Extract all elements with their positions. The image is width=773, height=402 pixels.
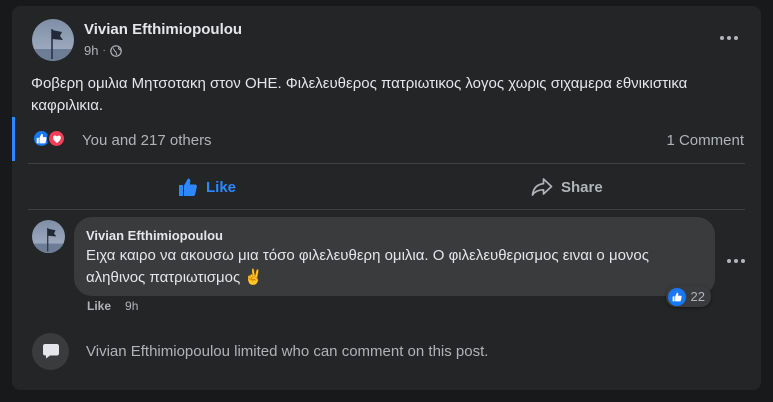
restriction-text: Vivian Efthimiopoulou limited who can co… <box>86 342 489 360</box>
divider <box>28 209 745 210</box>
love-icon <box>47 129 66 148</box>
dot-icon <box>727 36 731 40</box>
commenter-avatar[interactable] <box>32 220 65 253</box>
like-icon <box>667 287 686 306</box>
comment-restriction-notice: Vivian Efthimiopoulou limited who can co… <box>32 331 488 371</box>
post-card: Vivian Efthimiopoulou 9h · Φοβερη ομιλια… <box>12 6 761 390</box>
globe-icon[interactable] <box>110 44 122 57</box>
like-label: Like <box>206 178 237 196</box>
dot-icon <box>720 36 724 40</box>
divider <box>28 163 745 164</box>
author-avatar[interactable] <box>32 19 74 61</box>
comment-time[interactable]: 9h <box>125 299 138 313</box>
like-button[interactable]: Like <box>178 171 236 203</box>
share-button[interactable]: Share <box>531 171 603 203</box>
reaction-count[interactable]: You and 217 others <box>82 132 212 149</box>
thumbs-up-icon <box>179 178 197 196</box>
focus-indicator <box>12 117 15 161</box>
comment-bubble: Vivian Efthimiopoulou Ειχα καιρο να ακου… <box>74 217 715 307</box>
comment-reactions[interactable]: 22 <box>665 286 711 307</box>
comment-text: Ειχα καιρο να ακουσω μια τόσο φιλελευθερ… <box>86 247 649 286</box>
post-text: Φοβερη ομιλια Μητσοτακη στον ΟΗΕ. Φιλελε… <box>31 75 688 114</box>
post-author-name[interactable]: Vivian Efthimiopoulou <box>84 21 242 38</box>
comment-bubble-icon <box>32 332 69 370</box>
comment-like-button[interactable]: Like <box>87 299 111 313</box>
dot-icon <box>727 259 731 263</box>
comment-options-button[interactable] <box>726 256 746 266</box>
share-icon <box>531 178 553 196</box>
reaction-icons[interactable] <box>32 129 72 149</box>
share-label: Share <box>561 178 603 196</box>
post-options-button[interactable] <box>715 28 743 48</box>
dot-icon <box>741 259 745 263</box>
post-time[interactable]: 9h <box>84 43 98 58</box>
post-meta: 9h · <box>84 43 122 58</box>
comment-actions: Like 9h <box>87 299 138 313</box>
dot-icon <box>734 259 738 263</box>
reactions-summary-row: You and 217 others 1 Comment <box>12 117 761 161</box>
comment-reaction-count: 22 <box>690 289 705 304</box>
dot-icon <box>734 36 738 40</box>
comment-count[interactable]: 1 Comment <box>666 132 744 149</box>
comment-author-name[interactable]: Vivian Efthimiopoulou <box>86 228 223 243</box>
meta-separator: · <box>102 45 106 56</box>
